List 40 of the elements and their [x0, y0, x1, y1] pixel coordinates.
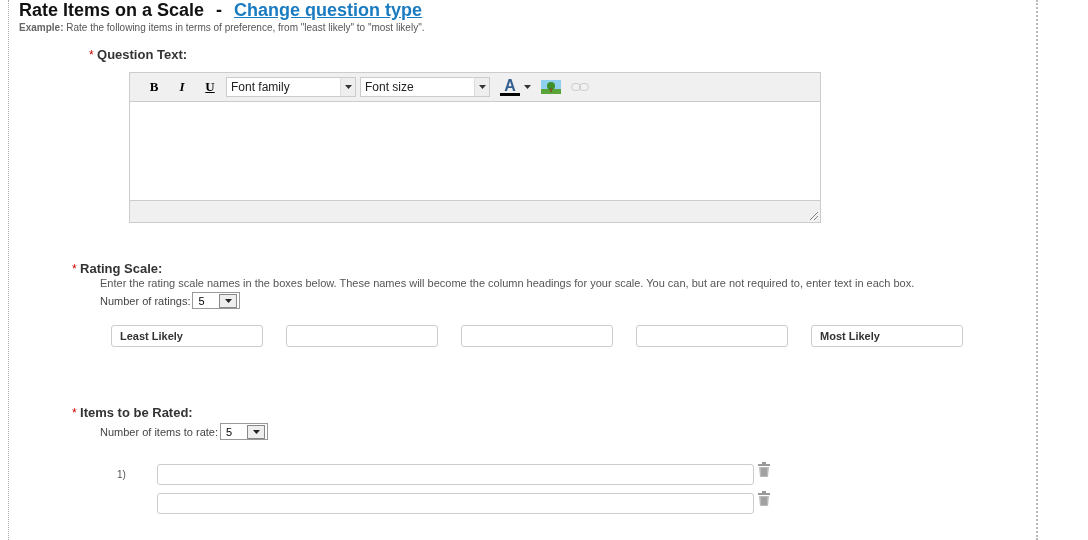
caret-icon	[478, 85, 486, 89]
rating-scale-description: Enter the rating scale names in the boxes below. These names will become the column headings for your scale. You can, but are not required to, enter text in each box.	[100, 277, 916, 289]
example-text: Example: Rate the following items in terms of preference, from "least likely" to "most likely".	[19, 22, 426, 33]
item-number: 1)	[117, 469, 126, 480]
image-icon[interactable]	[541, 80, 561, 94]
italic-button[interactable]: I	[170, 79, 194, 95]
required-marker: *	[72, 262, 77, 276]
number-of-items-label: Number of items to rate:	[100, 425, 218, 438]
number-of-items-select[interactable]: 5	[220, 423, 268, 440]
rich-text-editor[interactable]: B I U Font family Font size A	[129, 72, 821, 223]
items-to-be-rated-label: Items to be Rated:	[80, 405, 193, 420]
bold-button[interactable]: B	[142, 79, 166, 95]
font-family-select[interactable]: Font family	[226, 77, 356, 97]
question-type-title: Rate Items on a Scale	[19, 0, 205, 20]
caret-icon[interactable]	[524, 85, 531, 89]
text-color-button[interactable]: A	[500, 78, 520, 96]
item-field[interactable]	[157, 493, 754, 514]
caret-icon	[225, 298, 232, 303]
trash-icon[interactable]	[757, 491, 771, 506]
font-size-select[interactable]: Font size	[360, 77, 490, 97]
caret-icon	[252, 429, 260, 434]
change-question-type-link[interactable]: Change question type	[234, 0, 423, 20]
question-text-label: Question Text:	[97, 47, 188, 62]
number-of-ratings-select[interactable]: 5	[192, 292, 241, 309]
scale-name-field[interactable]: Most Likely	[811, 325, 963, 347]
required-marker: *	[72, 406, 77, 420]
caret-icon	[344, 85, 352, 89]
scale-name-field[interactable]	[286, 325, 438, 347]
scale-name-field[interactable]	[636, 325, 788, 347]
item-field[interactable]	[157, 464, 754, 485]
trash-icon[interactable]	[757, 462, 771, 477]
underline-button[interactable]: U	[198, 79, 222, 95]
rating-scale-label: Rating Scale:	[80, 261, 163, 276]
resize-handle-icon[interactable]	[808, 210, 818, 220]
scale-name-field[interactable]	[461, 325, 613, 347]
link-icon[interactable]	[571, 83, 589, 91]
number-of-ratings-label: Number of ratings:	[100, 294, 191, 307]
scale-name-field[interactable]: Least Likely	[111, 325, 263, 347]
title-separator: -	[216, 0, 223, 20]
required-marker: *	[89, 48, 94, 62]
